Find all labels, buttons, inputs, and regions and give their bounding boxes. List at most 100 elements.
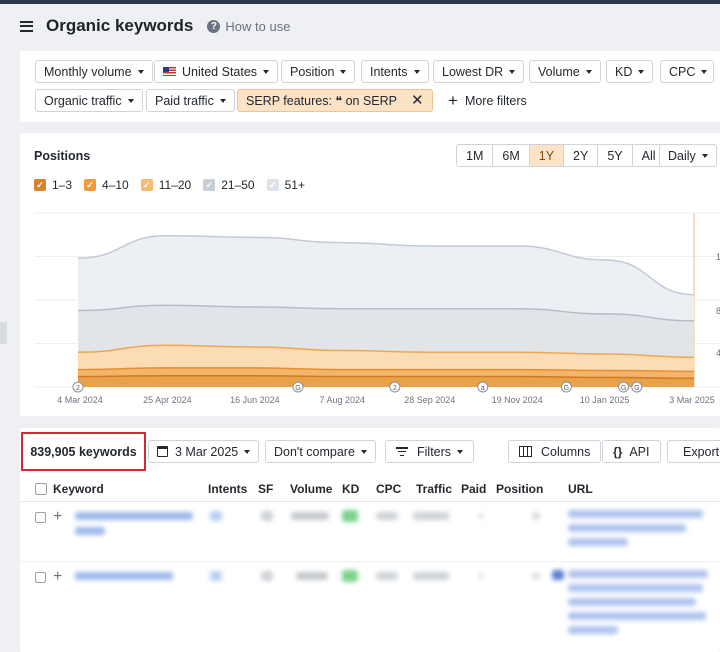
- api-label: API: [629, 444, 650, 459]
- range-2y[interactable]: 2Y: [564, 145, 599, 166]
- menu-icon[interactable]: [20, 20, 33, 32]
- col-traffic[interactable]: Traffic: [416, 482, 452, 496]
- col-sf[interactable]: SF: [258, 482, 273, 496]
- annotation-label: 2: [76, 385, 80, 392]
- position-label: Position: [290, 64, 335, 79]
- url-link[interactable]: [568, 538, 628, 546]
- y-tick-label: 4: [716, 348, 720, 358]
- cpc-dropdown[interactable]: CPC: [660, 60, 714, 83]
- col-url[interactable]: URL: [568, 482, 593, 496]
- columns-button[interactable]: Columns: [508, 440, 602, 463]
- url-link[interactable]: [568, 626, 618, 634]
- volume-dropdown[interactable]: Volume: [529, 60, 601, 83]
- keyword-link[interactable]: [75, 512, 193, 520]
- annotation-label: G: [621, 385, 626, 392]
- chevron-down-icon: [457, 449, 464, 454]
- table-row[interactable]: +: [20, 564, 720, 652]
- country-dropdown[interactable]: United States: [154, 60, 279, 83]
- legend-item[interactable]: ✓ 4–10: [84, 178, 129, 192]
- range-6m[interactable]: 6M: [493, 145, 530, 166]
- url-link[interactable]: [568, 510, 703, 518]
- compare-label: Don't compare: [274, 444, 355, 459]
- paid-value: [478, 513, 484, 519]
- serp-features-label: SERP features: ❝ on SERP: [246, 94, 398, 108]
- url-link[interactable]: [568, 584, 703, 592]
- lowest-dr-dropdown[interactable]: Lowest DR: [433, 60, 525, 83]
- select-all-checkbox[interactable]: [35, 483, 47, 495]
- annotation-label: G: [634, 385, 639, 392]
- traffic-value: [413, 572, 449, 580]
- country-label: United States: [182, 64, 258, 79]
- range-1m[interactable]: 1M: [457, 145, 494, 166]
- calendar-icon: [157, 446, 168, 457]
- chevron-down-icon: [263, 69, 270, 74]
- position-change-icon: [552, 570, 564, 580]
- range-5y[interactable]: 5Y: [598, 145, 633, 166]
- export-label: Export: [683, 444, 720, 459]
- col-cpc[interactable]: CPC: [376, 482, 401, 496]
- filter-icon: [396, 447, 408, 456]
- positions-panel: Positions 1M 6M 1Y 2Y 5Y All Daily ✓ 1–3 …: [20, 133, 720, 416]
- close-icon[interactable]: ✕: [411, 93, 424, 108]
- code-braces-icon: {}: [613, 444, 623, 459]
- serp-features-filter[interactable]: SERP features: ❝ on SERP ✕: [237, 89, 433, 112]
- chevron-down-icon: [701, 69, 708, 74]
- how-to-use-link[interactable]: ? How to use: [207, 19, 290, 34]
- row-checkbox[interactable]: [35, 572, 46, 583]
- col-keyword[interactable]: Keyword: [53, 482, 104, 496]
- cpc-value: [376, 512, 398, 520]
- y-tick-label: 8: [716, 306, 720, 316]
- export-button[interactable]: Export: [667, 440, 720, 463]
- chevron-down-icon: [244, 449, 251, 454]
- position-dropdown[interactable]: Position: [281, 60, 356, 83]
- range-1y[interactable]: 1Y: [529, 145, 565, 166]
- range-selector: 1M 6M 1Y 2Y 5Y All: [456, 144, 666, 167]
- keyword-link[interactable]: [75, 527, 105, 535]
- paid-traffic-dropdown[interactable]: Paid traffic: [146, 89, 235, 112]
- date-dropdown[interactable]: 3 Mar 2025: [148, 440, 260, 463]
- chevron-down-icon: [127, 98, 134, 103]
- annotation-label: a: [481, 385, 485, 392]
- col-paid[interactable]: Paid: [461, 482, 486, 496]
- cpc-label: CPC: [669, 64, 696, 79]
- api-button[interactable]: {} API: [602, 440, 661, 463]
- x-tick-label: 10 Jan 2025: [580, 395, 630, 405]
- lowest-dr-label: Lowest DR: [442, 64, 504, 79]
- filters-label: Filters: [417, 444, 452, 459]
- col-volume[interactable]: Volume: [290, 482, 332, 496]
- legend-label: 51+: [284, 178, 305, 192]
- legend-item[interactable]: ✓ 1–3: [34, 178, 72, 192]
- x-tick-label: 16 Jun 2024: [230, 395, 280, 405]
- monthly-volume-dropdown[interactable]: Monthly volume: [35, 60, 153, 83]
- filters-button[interactable]: Filters: [385, 440, 475, 463]
- filters-panel: Monthly volume United States Position In…: [20, 51, 720, 122]
- position-value: [532, 573, 540, 579]
- volume-value: [291, 512, 329, 520]
- interval-dropdown[interactable]: Daily: [659, 144, 717, 167]
- url-link[interactable]: [568, 570, 708, 578]
- url-link[interactable]: [568, 598, 696, 606]
- compare-dropdown[interactable]: Don't compare: [265, 440, 376, 463]
- col-kd[interactable]: KD: [342, 482, 359, 496]
- question-icon: ?: [207, 19, 221, 33]
- sidebar-handle[interactable]: [0, 322, 7, 344]
- col-intents[interactable]: Intents: [208, 482, 247, 496]
- legend-item[interactable]: ✓ 51+: [266, 178, 305, 192]
- positions-chart[interactable]: 2 G 2 a G G G 4 Mar 2024 25 Apr 2024 16 Jun 2024 7…: [20, 203, 720, 409]
- kd-badge: [342, 570, 358, 582]
- legend-item[interactable]: ✓ 21–50: [203, 178, 255, 192]
- add-icon[interactable]: +: [53, 569, 62, 585]
- col-position[interactable]: Position: [496, 482, 543, 496]
- more-filters-button[interactable]: + More filters: [448, 89, 527, 112]
- page-header: Organic keywords ? How to use: [0, 4, 720, 48]
- row-checkbox[interactable]: [35, 512, 46, 523]
- add-icon[interactable]: +: [53, 509, 62, 525]
- intents-dropdown[interactable]: Intents: [361, 60, 429, 83]
- keyword-link[interactable]: [75, 572, 173, 580]
- organic-traffic-dropdown[interactable]: Organic traffic: [35, 89, 143, 112]
- url-link[interactable]: [568, 612, 706, 620]
- kd-dropdown[interactable]: KD: [606, 60, 654, 83]
- url-link[interactable]: [568, 524, 686, 532]
- legend-item[interactable]: ✓ 11–20: [140, 178, 191, 192]
- table-row[interactable]: +: [20, 504, 720, 562]
